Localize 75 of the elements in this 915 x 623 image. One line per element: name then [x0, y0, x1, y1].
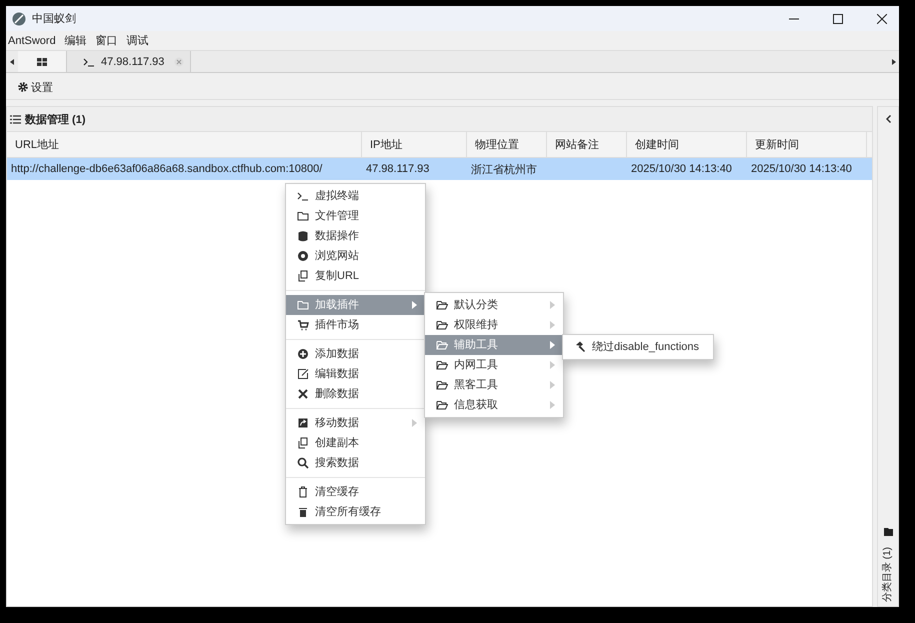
folder-icon — [884, 527, 892, 536]
app-logo-icon — [12, 12, 26, 26]
menu-item[interactable]: 信息获取 — [425, 395, 563, 415]
table-cell-text: 浙江省杭州市 — [471, 162, 537, 176]
menu-item[interactable]: 权限维持 — [425, 315, 563, 335]
menu-item[interactable]: 搜索数据 — [286, 453, 425, 473]
menu-item[interactable]: 黑客工具 — [425, 375, 563, 395]
globe-icon — [297, 250, 309, 262]
table-cell: http://challenge-db6e63af06a86a68.sandbox.ctfhub.com:10800/ — [11, 163, 322, 175]
menu-item[interactable]: 调试 — [126, 33, 149, 48]
copy-icon — [297, 437, 309, 449]
menu-item[interactable]: 窗口 — [96, 33, 118, 48]
open-folder-icon — [436, 359, 448, 371]
copy-icon — [297, 270, 309, 282]
share-icon — [297, 417, 309, 429]
menu-item[interactable]: 内网工具 — [425, 355, 563, 375]
menu-item[interactable]: 文件管理 — [286, 206, 425, 226]
menu-item[interactable]: 复制URL — [286, 266, 425, 286]
menu-item[interactable]: 浏览网站 — [286, 246, 425, 266]
table-cell: 47.98.117.93 — [366, 163, 430, 175]
list-icon — [10, 114, 21, 124]
collapse-left-icon[interactable] — [886, 115, 890, 123]
open-folder-icon — [436, 299, 448, 311]
menu-item[interactable]: 编辑 — [64, 33, 87, 48]
terminal-icon — [297, 190, 309, 202]
plus-circle-icon — [297, 348, 309, 360]
cart-icon — [297, 319, 309, 331]
home-tab[interactable] — [18, 51, 67, 72]
table-cell: 2025/10/30 14:13:40 — [631, 163, 732, 175]
scroll-right-icon[interactable] — [892, 58, 896, 64]
trash-icon — [297, 506, 309, 518]
search-icon — [297, 457, 309, 469]
close-icon — [297, 388, 309, 400]
column-header[interactable]: 创建时间 — [627, 132, 747, 157]
terminal-icon — [83, 56, 95, 68]
column-header[interactable]: 网站备注 — [547, 132, 627, 157]
close-icon[interactable] — [877, 14, 887, 24]
menu-item[interactable]: 虚拟终端 — [286, 186, 425, 206]
folder-icon — [297, 210, 309, 222]
terminal-tab[interactable]: 47.98.117.93 — [67, 51, 192, 72]
column-header[interactable]: URL地址 — [7, 132, 362, 157]
panel-title: 数据管理 (1) — [25, 112, 86, 126]
trash-icon — [297, 486, 309, 498]
hammer-icon — [574, 341, 586, 353]
grid-icon — [37, 58, 47, 66]
folder-icon — [297, 299, 309, 311]
settings-button[interactable]: 设置 — [14, 78, 57, 96]
column-header[interactable]: 物理位置 — [467, 132, 547, 157]
menu-item[interactable]: 删除数据 — [286, 384, 425, 404]
scroll-left-icon[interactable] — [10, 58, 14, 64]
menu-item[interactable]: 创建副本 — [286, 433, 425, 453]
menu-item[interactable]: 清空所有缓存 — [286, 502, 425, 522]
window-title: 中国蚁剑 — [32, 12, 76, 26]
table-row[interactable]: http://challenge-db6e63af06a86a68.sandbox.ctfhub.com:10800/ 47.98.117.93 浙江省杭州市 2025/10/30 14:13:40 2025/10/30 14:13:40 — [7, 158, 872, 180]
table-cell: 2025/10/30 14:13:40 — [751, 163, 852, 175]
menu-item[interactable]: 默认分类 — [425, 295, 563, 315]
menu-item[interactable]: 添加数据 — [286, 344, 425, 364]
menu-item[interactable]: 数据操作 — [286, 226, 425, 246]
sidebar-label[interactable]: 分类目录 (1) — [881, 540, 895, 602]
maximize-icon[interactable] — [833, 14, 843, 24]
database-icon — [297, 230, 309, 242]
column-header[interactable]: IP地址 — [362, 132, 467, 157]
menu-item[interactable]: 清空缓存 — [286, 482, 425, 502]
open-folder-icon — [436, 339, 448, 351]
menu-item[interactable]: 移动数据 — [286, 413, 425, 433]
menu-item[interactable]: 插件市场 — [286, 315, 425, 335]
open-folder-icon — [436, 399, 448, 411]
menu-item[interactable]: 绕过disable_functions — [563, 337, 708, 357]
menu-item[interactable]: AntSword — [8, 34, 56, 46]
edit-icon — [297, 368, 309, 380]
settings-icon — [18, 82, 28, 92]
open-folder-icon — [436, 319, 448, 331]
menu-item[interactable]: 编辑数据 — [286, 364, 425, 384]
open-folder-icon — [436, 379, 448, 391]
column-header[interactable]: 更新时间 — [747, 132, 867, 157]
